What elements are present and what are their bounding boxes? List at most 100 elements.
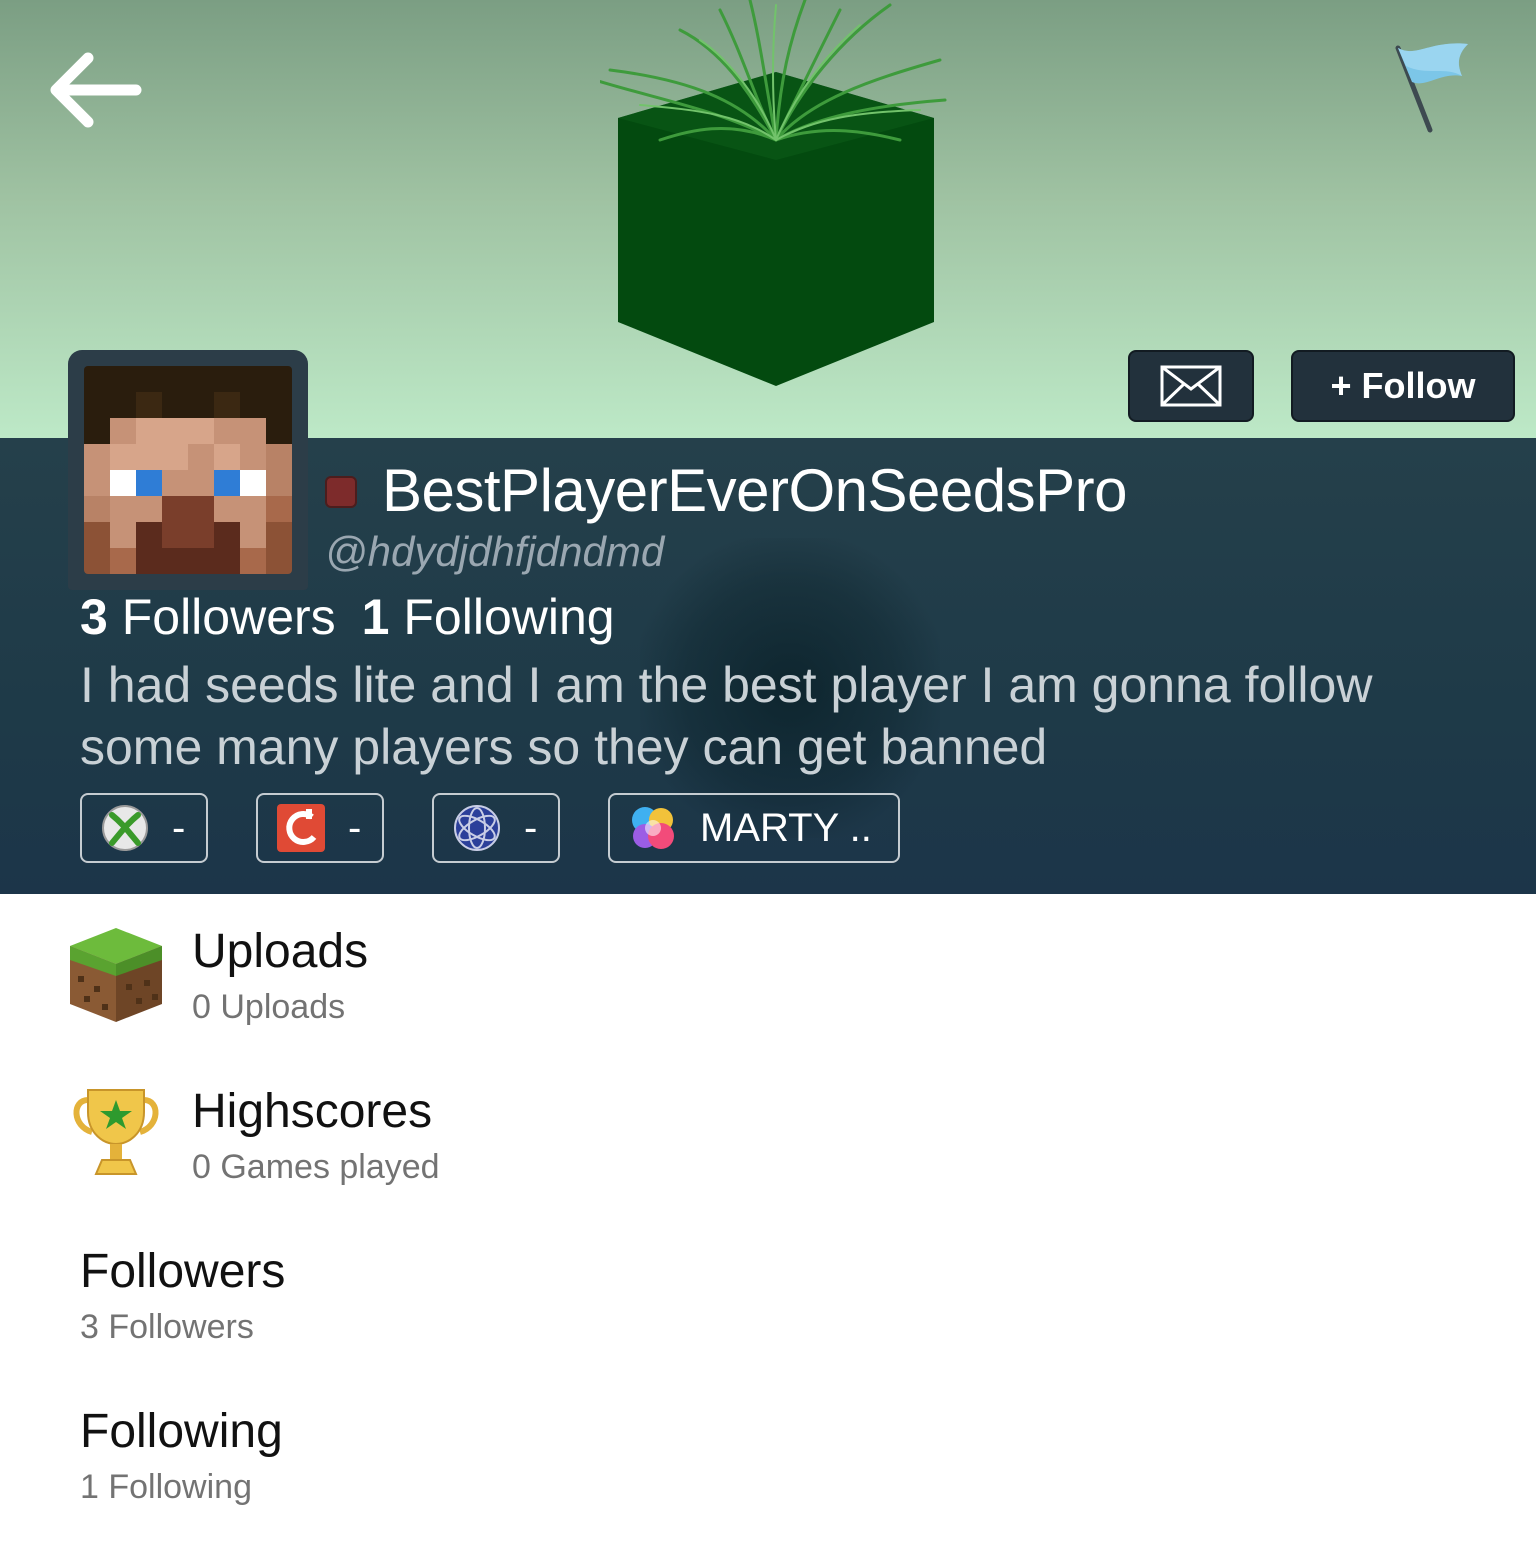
avatar-pixel <box>266 522 292 548</box>
avatar-pixel <box>84 444 110 470</box>
highscores-title: Highscores <box>192 1085 433 1138</box>
avatar-pixel <box>214 522 240 548</box>
grass-block-icon <box>70 928 162 1022</box>
uploads-count: 0 Uploads <box>192 988 346 1026</box>
avatar-pixel <box>214 496 240 522</box>
avatar-pixel <box>266 496 292 522</box>
avatar-pixel <box>110 496 136 522</box>
avatar-pixel <box>240 496 266 522</box>
following-count: 1 <box>361 589 390 645</box>
avatar-pixel <box>266 418 292 444</box>
avatar-pixel <box>162 366 188 392</box>
avatar-pixel <box>110 418 136 444</box>
games-played-count: 0 Games played <box>192 1148 440 1186</box>
psn-id-chip[interactable]: - <box>432 793 560 863</box>
avatar-pixel <box>240 418 266 444</box>
avatar-pixel <box>240 392 266 418</box>
mojang-account-chip[interactable]: - <box>256 793 384 863</box>
avatar-pixel <box>240 470 266 496</box>
followers-count-detail: 3 Followers <box>80 1308 254 1346</box>
avatar-pixel <box>240 522 266 548</box>
avatar-pixel <box>110 392 136 418</box>
avatar-pixel <box>84 496 110 522</box>
avatar-pixel <box>188 418 214 444</box>
followers-title: Followers <box>80 1245 286 1298</box>
avatar-pixel <box>136 548 162 574</box>
avatar-pixel <box>84 470 110 496</box>
game-center-alias: MARTY .. <box>700 805 872 850</box>
avatar-pixel <box>188 392 214 418</box>
avatar-pixel <box>266 444 292 470</box>
avatar-pixel <box>84 366 110 392</box>
status-indicator <box>325 476 357 508</box>
psn-id: - <box>524 805 538 850</box>
avatar-pixel <box>188 366 214 392</box>
avatar-pixel <box>266 548 292 574</box>
avatar-pixel <box>162 522 188 548</box>
avatar-pixel <box>110 470 136 496</box>
avatar-pixel <box>214 392 240 418</box>
avatar-pixel <box>214 366 240 392</box>
avatar-pixel <box>136 366 162 392</box>
avatar-pixel <box>162 392 188 418</box>
avatar-pixel <box>214 548 240 574</box>
playstation-network-icon <box>454 805 500 851</box>
avatar-pixel <box>266 470 292 496</box>
avatar-pixel <box>162 418 188 444</box>
xbox-gamertag: - <box>172 805 186 850</box>
avatar-pixel <box>214 444 240 470</box>
display-name: BestPlayerEverOnSeedsPro <box>382 457 1128 524</box>
avatar-pixel <box>84 522 110 548</box>
user-handle: @hdydjdhfjdndmd <box>325 528 665 575</box>
avatar-pixel <box>214 470 240 496</box>
avatar-pixel <box>266 392 292 418</box>
avatar-pixel <box>214 418 240 444</box>
avatar-pixel <box>266 366 292 392</box>
grass-cube-banner-image <box>600 0 947 386</box>
avatar-pixel <box>188 496 214 522</box>
avatar-pixel <box>162 444 188 470</box>
follow-button[interactable]: + Follow <box>1291 350 1515 422</box>
highscores-row[interactable]: Highscores 0 Games played <box>0 1076 1536 1236</box>
game-center-chip[interactable]: MARTY .. <box>608 793 900 863</box>
follow-stats: 3 Followers 1 Following <box>80 588 615 646</box>
game-center-icon <box>632 807 674 849</box>
uploads-title: Uploads <box>192 925 369 978</box>
back-arrow-icon[interactable] <box>44 48 148 132</box>
avatar-pixel <box>188 548 214 574</box>
avatar-pixel <box>136 522 162 548</box>
mojang-icon <box>277 804 325 852</box>
following-title: Following <box>80 1405 283 1458</box>
avatar[interactable] <box>84 366 292 574</box>
following-stat[interactable]: 1 Following <box>362 589 615 645</box>
avatar-pixel <box>136 470 162 496</box>
avatar-pixel <box>162 548 188 574</box>
avatar-pixel <box>84 548 110 574</box>
avatar-pixel <box>162 496 188 522</box>
xbox-icon <box>102 805 148 851</box>
following-label: Following <box>403 589 615 645</box>
avatar-pixel <box>240 366 266 392</box>
avatar-pixel <box>188 522 214 548</box>
avatar-pixel <box>240 444 266 470</box>
following-count-detail: 1 Following <box>80 1468 252 1506</box>
avatar-pixel <box>110 366 136 392</box>
followers-stat[interactable]: 3 Followers <box>80 589 336 645</box>
report-flag-icon[interactable] <box>1386 36 1476 136</box>
avatar-pixel <box>240 548 266 574</box>
following-row[interactable]: Following 1 Following <box>0 1396 1536 1556</box>
avatar-pixel <box>110 548 136 574</box>
envelope-icon <box>1160 365 1222 407</box>
avatar-pixel <box>136 444 162 470</box>
message-button[interactable] <box>1128 350 1254 422</box>
avatar-pixel <box>110 444 136 470</box>
avatar-pixel <box>84 418 110 444</box>
followers-label: Followers <box>121 589 336 645</box>
mojang-account: - <box>348 805 362 850</box>
avatar-pixel <box>162 470 188 496</box>
followers-row[interactable]: Followers 3 Followers <box>0 1236 1536 1396</box>
avatar-pixel <box>136 496 162 522</box>
uploads-row[interactable]: Uploads 0 Uploads <box>0 916 1536 1076</box>
avatar-pixel <box>84 392 110 418</box>
xbox-gamertag-chip[interactable]: - <box>80 793 208 863</box>
